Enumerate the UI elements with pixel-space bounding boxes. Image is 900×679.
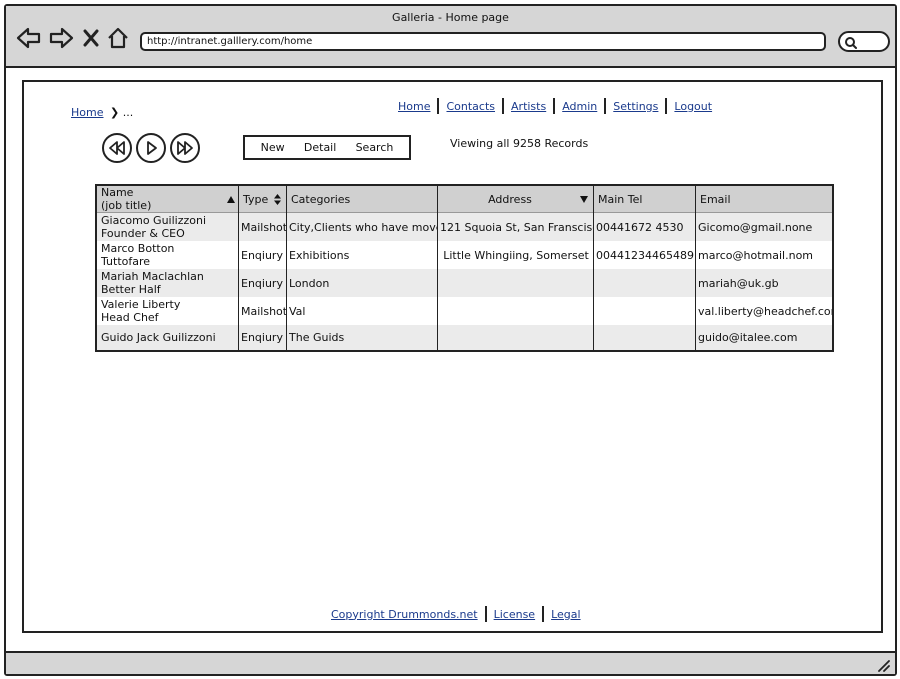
column-header-categories[interactable]: Categories xyxy=(287,186,437,212)
url-text: http://intranet.galllery.com/home xyxy=(147,36,313,47)
column-header-name[interactable]: Name (job title) xyxy=(97,186,238,212)
cell-type: Enqiury xyxy=(241,248,283,262)
cell-email: val.liberty@headchef.com xyxy=(698,304,832,318)
nav-contacts-link[interactable]: Contacts xyxy=(446,100,495,113)
footer-divider xyxy=(484,606,487,622)
browser-toolbar: Galleria - Home page http://intranet.gal… xyxy=(6,6,895,68)
nav-logout-link[interactable]: Logout xyxy=(674,100,712,113)
browser-search-field[interactable] xyxy=(838,31,890,52)
cell-email: marco@hotmail.nom xyxy=(698,248,814,262)
record-pager xyxy=(102,133,200,163)
cell-address xyxy=(438,297,594,325)
table-row[interactable]: Giacomo Guilizzoni Founder & CEO Mailsho… xyxy=(97,213,832,241)
column-divider xyxy=(695,186,696,350)
cell-type: Mailshot xyxy=(241,304,287,318)
new-button[interactable]: New xyxy=(261,141,285,154)
window-title: Galleria - Home page xyxy=(392,11,509,24)
home-icon[interactable] xyxy=(106,26,130,50)
nav-divider xyxy=(502,98,505,114)
column-header-main-tel[interactable]: Main Tel xyxy=(594,186,695,212)
cell-name: Marco Botton Tuttofare xyxy=(101,242,175,268)
cell-main-tel xyxy=(594,297,695,325)
sort-ascending-icon[interactable] xyxy=(226,195,236,204)
chevron-right-icon: ❯ xyxy=(109,106,120,119)
sort-descending-icon[interactable] xyxy=(579,195,589,204)
footer-divider xyxy=(542,606,545,622)
table-row[interactable]: Valerie Liberty Head Chef Mailshot Val v… xyxy=(97,297,832,325)
nav-divider xyxy=(553,98,556,114)
search-button[interactable]: Search xyxy=(356,141,394,154)
back-arrow-icon[interactable] xyxy=(16,26,42,50)
nav-divider xyxy=(604,98,607,114)
status-bar xyxy=(6,651,895,674)
cell-categories: Exhibitions xyxy=(289,248,350,262)
breadcrumb-home-link[interactable]: Home xyxy=(71,106,103,119)
column-divider xyxy=(437,186,438,350)
footer-legal-link[interactable]: Legal xyxy=(551,608,580,621)
nav-divider xyxy=(665,98,668,114)
column-header-address[interactable]: Address xyxy=(438,186,582,212)
cell-name: Giacomo Guilizzoni Founder & CEO xyxy=(101,214,207,240)
play-button[interactable] xyxy=(136,133,166,163)
nav-artists-link[interactable]: Artists xyxy=(511,100,546,113)
table-row[interactable]: Guido Jack Guilizzoni Enqiury The Guids … xyxy=(97,325,832,350)
action-button-group: New Detail Search xyxy=(243,135,411,160)
forward-arrow-icon[interactable] xyxy=(48,26,74,50)
search-icon xyxy=(845,37,857,49)
sort-toggle-icon[interactable] xyxy=(273,193,282,206)
top-navigation: Home Contacts Artists Admin Settings Log… xyxy=(398,98,712,114)
cell-main-tel: 00441234465489 xyxy=(596,248,694,262)
column-divider xyxy=(238,186,239,350)
table-row[interactable]: Mariah Maclachlan Better Half Enqiury Lo… xyxy=(97,269,832,297)
nav-home-link[interactable]: Home xyxy=(398,100,430,113)
cell-address xyxy=(438,269,594,297)
breadcrumb: Home ❯ ... xyxy=(71,106,133,119)
cell-categories: London xyxy=(289,276,330,290)
nav-divider xyxy=(437,98,440,114)
cell-type: Enqiury xyxy=(241,331,283,344)
stop-icon[interactable] xyxy=(82,26,100,50)
cell-main-tel xyxy=(594,269,695,297)
cell-address xyxy=(438,325,594,350)
cell-main-tel: 00441672 4530 xyxy=(596,220,684,234)
footer-license-link[interactable]: License xyxy=(494,608,535,621)
cell-type: Mailshot xyxy=(241,220,287,234)
cell-name: Guido Jack Guilizzoni xyxy=(101,331,216,344)
cell-categories: The Guids xyxy=(289,331,345,344)
cell-main-tel xyxy=(594,325,695,350)
contacts-table: Name (job title) Type Categories Address xyxy=(95,184,834,352)
nav-settings-link[interactable]: Settings xyxy=(613,100,658,113)
cell-name: Valerie Liberty Head Chef xyxy=(101,298,181,324)
fast-forward-button[interactable] xyxy=(170,133,200,163)
cell-name: Mariah Maclachlan Better Half xyxy=(101,270,204,296)
footer-copyright-link[interactable]: Copyright Drummonds.net xyxy=(331,608,478,621)
cell-email: mariah@uk.gb xyxy=(698,276,779,290)
cell-email: Gicomo@gmail.none xyxy=(698,220,813,234)
play-icon xyxy=(147,141,157,155)
record-count: Viewing all 9258 Records xyxy=(450,137,589,150)
cell-type: Enqiury xyxy=(241,276,283,290)
table-header-row: Name (job title) Type Categories Address xyxy=(97,186,832,213)
url-bar[interactable]: http://intranet.galllery.com/home xyxy=(140,32,826,51)
cell-address: 121 Squoia St, San Fransciso xyxy=(440,220,594,234)
nav-admin-link[interactable]: Admin xyxy=(562,100,597,113)
column-header-email[interactable]: Email xyxy=(696,186,832,212)
detail-button[interactable]: Detail xyxy=(304,141,336,154)
column-divider xyxy=(286,186,287,350)
breadcrumb-ellipsis: ... xyxy=(122,106,134,119)
cell-address: Little Whingiing, Somerset xyxy=(443,248,589,262)
browser-window: Galleria - Home page http://intranet.gal… xyxy=(4,4,897,676)
rewind-icon xyxy=(109,141,125,155)
resize-grip-icon[interactable] xyxy=(875,658,891,672)
fast-forward-icon xyxy=(177,141,193,155)
cell-email: guido@italee.com xyxy=(698,331,798,344)
rewind-button[interactable] xyxy=(102,133,132,163)
cell-categories: Val xyxy=(289,304,306,318)
cell-categories: City,Clients who have moved xyxy=(289,220,437,234)
table-row[interactable]: Marco Botton Tuttofare Enqiury Exhibitio… xyxy=(97,241,832,269)
column-divider xyxy=(593,186,594,350)
footer-links: Copyright Drummonds.net License Legal xyxy=(331,606,581,622)
page-content: Home ❯ ... Home Contacts Artists Admin S… xyxy=(22,80,883,633)
